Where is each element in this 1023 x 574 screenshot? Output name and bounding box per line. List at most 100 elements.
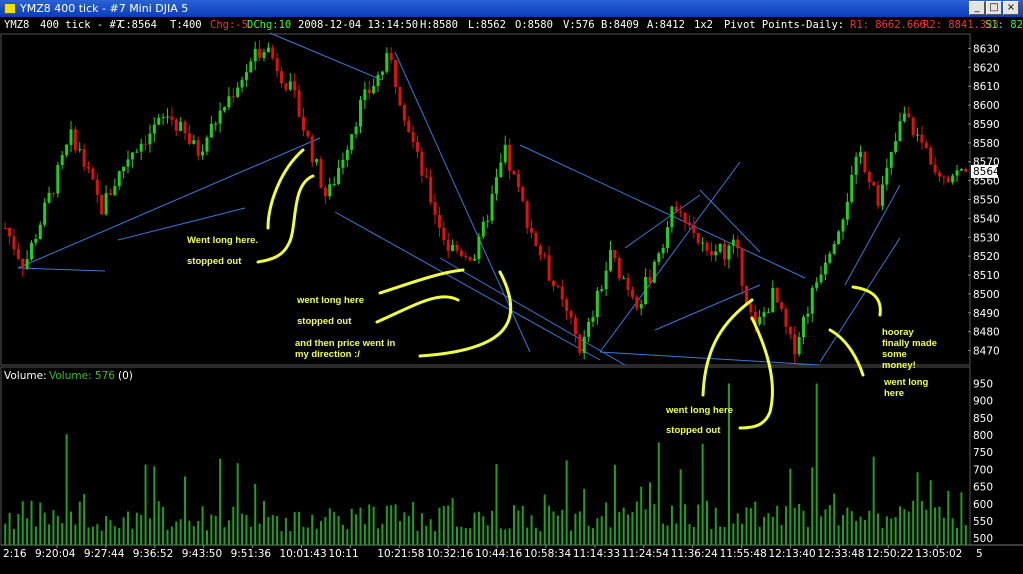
candle-up xyxy=(604,270,608,290)
note-hooray-3: some xyxy=(882,349,907,360)
candle-up xyxy=(332,184,336,186)
candle-down xyxy=(407,120,411,133)
candle-down xyxy=(284,83,288,90)
candle-down xyxy=(420,151,424,176)
candle-down xyxy=(442,227,446,241)
candle-up xyxy=(902,113,906,122)
note-went-long-1: Went long here. xyxy=(187,235,258,246)
price-tick-label: 8580 xyxy=(973,138,1000,150)
candle-up xyxy=(758,316,762,325)
price-tick-label: 8600 xyxy=(973,100,1000,112)
candle-up xyxy=(955,170,959,176)
annotation-stroke xyxy=(266,148,305,230)
time-tick-label: 10:01:43 xyxy=(280,548,327,560)
candle-down xyxy=(530,227,534,233)
time-tick-label: 10:21:58 xyxy=(377,548,424,560)
candle-up xyxy=(701,242,705,244)
candle-up xyxy=(490,193,494,221)
candle-down xyxy=(933,164,937,173)
candle-down xyxy=(8,228,12,237)
candle-down xyxy=(459,250,463,257)
annotation-stroke xyxy=(375,295,460,324)
candle-up xyxy=(372,85,376,94)
candles xyxy=(3,40,968,363)
trend-line xyxy=(519,144,806,279)
price-tick-label: 8620 xyxy=(973,62,1000,74)
candle-up xyxy=(473,258,477,261)
candle-down xyxy=(323,187,327,197)
candle-down xyxy=(565,299,569,312)
volume-tick-label: 750 xyxy=(973,447,993,459)
candle-down xyxy=(82,149,86,167)
candle-up xyxy=(815,282,819,288)
candle-up xyxy=(315,159,319,163)
candle-down xyxy=(16,249,20,259)
candle-up xyxy=(148,133,152,145)
annotation-stroke xyxy=(828,328,865,377)
candle-down xyxy=(749,303,753,313)
candle-up xyxy=(262,52,266,59)
candle-up xyxy=(885,167,889,185)
candle-up xyxy=(209,123,213,138)
annotation-stroke xyxy=(738,316,774,430)
candle-up xyxy=(762,312,766,317)
note-went-long-5: here xyxy=(884,388,904,399)
candle-up xyxy=(165,116,169,118)
candle-up xyxy=(69,129,73,145)
candle-down xyxy=(91,168,95,180)
candle-up xyxy=(845,201,849,220)
candle-down xyxy=(569,311,573,318)
candle-up xyxy=(481,221,485,237)
candle-down xyxy=(780,302,784,309)
candle-up xyxy=(385,53,389,72)
candle-down xyxy=(907,113,911,118)
time-tick-label: 12:50:22 xyxy=(866,548,913,560)
candle-up xyxy=(832,243,836,254)
candle-up xyxy=(587,321,591,337)
candle-down xyxy=(108,193,112,195)
note-went-long-4: went long xyxy=(883,377,929,388)
candle-down xyxy=(551,280,555,286)
candle-up xyxy=(451,244,455,251)
candle-down xyxy=(635,297,639,309)
time-tick-label: 9:20:04 xyxy=(35,548,76,560)
candle-up xyxy=(266,47,270,53)
candle-up xyxy=(223,107,227,111)
candle-up xyxy=(157,117,161,125)
price-axis: 8630862086108600859085808570856085508540… xyxy=(968,43,1000,358)
candle-up xyxy=(113,186,117,195)
candle-down xyxy=(946,177,950,183)
annotation-stroke xyxy=(378,268,465,295)
candle-up xyxy=(25,259,29,269)
candle-down xyxy=(942,176,946,178)
time-axis: 2:16 9:20:04 9:27:44 9:36:52 9:43:50 9:51:36 1… xyxy=(3,545,983,560)
note-hooray-2: finally made xyxy=(882,338,937,349)
price-chart[interactable]: 8630862086108600859085808570856085508540… xyxy=(0,0,1023,574)
candle-down xyxy=(648,276,652,283)
candle-down xyxy=(744,285,748,304)
candle-up xyxy=(477,236,481,259)
candle-down xyxy=(402,105,406,121)
time-tick-label: 10:11 xyxy=(328,548,358,560)
candle-down xyxy=(437,214,441,228)
price-panel-border xyxy=(0,33,971,366)
time-tick-label: 9:27:44 xyxy=(84,548,125,560)
candle-up xyxy=(122,166,126,172)
trend-line xyxy=(624,194,701,249)
time-tick-label: 2:16 xyxy=(3,548,27,560)
candle-up xyxy=(486,220,490,222)
annotation-stroke xyxy=(701,298,754,397)
candle-up xyxy=(126,159,130,167)
candle-up xyxy=(104,193,108,215)
candle-up xyxy=(328,184,332,197)
candle-down xyxy=(534,232,538,246)
candle-up xyxy=(841,219,845,232)
candle-up xyxy=(951,175,955,183)
candle-up xyxy=(376,74,380,86)
candle-up xyxy=(661,247,665,254)
candle-down xyxy=(170,116,174,120)
volume-axis: 950 900 850 800 750 700 650 600 550 500 xyxy=(973,378,993,545)
candle-down xyxy=(293,81,297,91)
candle-up xyxy=(666,227,670,248)
candle-down xyxy=(275,58,279,72)
